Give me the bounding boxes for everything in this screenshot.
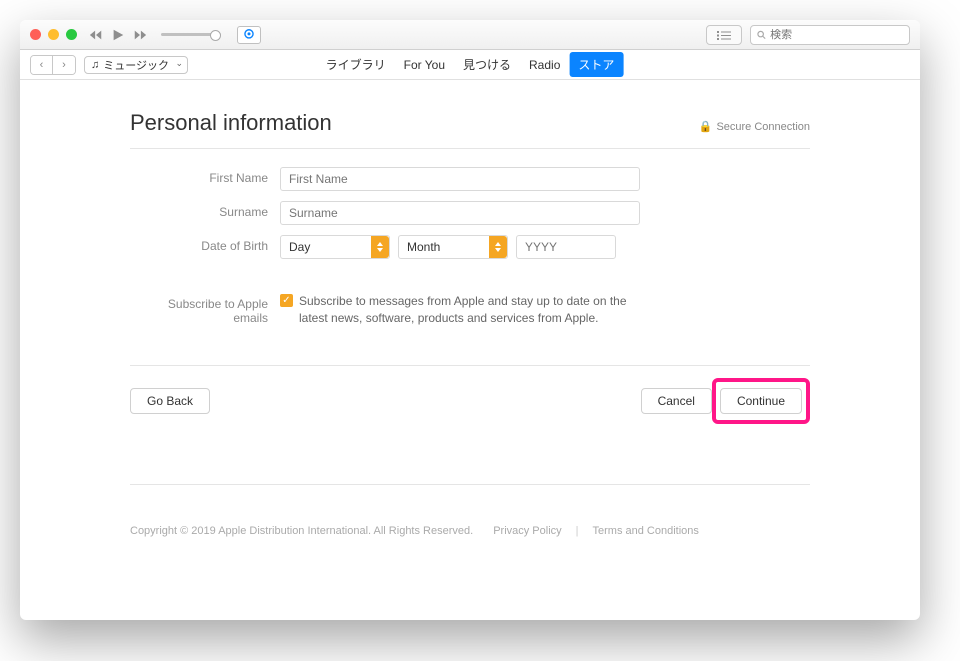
surname-label: Surname bbox=[130, 201, 280, 219]
titlebar bbox=[20, 20, 920, 50]
separator: | bbox=[576, 525, 579, 537]
footer: Copyright © 2019 Apple Distribution Inte… bbox=[130, 484, 810, 557]
go-back-button[interactable]: Go Back bbox=[130, 388, 210, 414]
search-icon bbox=[757, 30, 766, 40]
secure-connection: 🔒 Secure Connection bbox=[699, 120, 810, 133]
tabs: ライブラリ For You 見つける Radio ストア bbox=[317, 52, 624, 77]
back-button[interactable]: ‹ bbox=[31, 56, 53, 74]
minimize-button[interactable] bbox=[48, 29, 59, 40]
day-select[interactable]: Day bbox=[280, 235, 390, 259]
tab-store[interactable]: ストア bbox=[569, 52, 623, 77]
search-input[interactable] bbox=[770, 29, 903, 41]
music-note-icon: ♫ bbox=[91, 59, 99, 71]
list-view-button[interactable] bbox=[706, 25, 742, 45]
tab-for-you[interactable]: For You bbox=[395, 54, 454, 76]
subscribe-label: Subscribe to Apple emails bbox=[130, 293, 280, 325]
chevron-updown-icon bbox=[489, 236, 507, 258]
row-dob: Date of Birth Day Month bbox=[130, 235, 810, 259]
playback-controls bbox=[89, 26, 261, 44]
first-name-input[interactable] bbox=[280, 167, 640, 191]
row-first-name: First Name bbox=[130, 167, 810, 191]
media-selector[interactable]: ♫ ミュージック bbox=[84, 56, 188, 74]
itunes-window: ‹ › ♫ ミュージック ライブラリ For You 見つける Radio スト… bbox=[20, 20, 920, 620]
copyright: Copyright © 2019 Apple Distribution Inte… bbox=[130, 525, 473, 537]
nav-buttons: ‹ › bbox=[30, 55, 76, 75]
surname-input[interactable] bbox=[280, 201, 640, 225]
subscribe-checkbox[interactable]: ✓ bbox=[280, 294, 293, 307]
dob-label: Date of Birth bbox=[130, 235, 280, 253]
search-box[interactable] bbox=[750, 25, 910, 45]
day-value: Day bbox=[289, 240, 310, 254]
month-select[interactable]: Month bbox=[398, 235, 508, 259]
divider bbox=[130, 365, 810, 366]
year-input[interactable] bbox=[516, 235, 616, 259]
page-title: Personal information bbox=[130, 110, 332, 136]
next-track-icon[interactable] bbox=[133, 28, 147, 42]
privacy-link[interactable]: Privacy Policy bbox=[493, 525, 561, 537]
subscribe-text: Subscribe to messages from Apple and sta… bbox=[299, 293, 640, 327]
list-icon bbox=[717, 30, 731, 40]
volume-slider[interactable] bbox=[161, 33, 221, 36]
maximize-button[interactable] bbox=[66, 29, 77, 40]
content: Personal information 🔒 Secure Connection… bbox=[20, 80, 920, 620]
secure-text: Secure Connection bbox=[716, 121, 810, 133]
continue-button[interactable]: Continue bbox=[720, 388, 802, 414]
media-selector-label: ミュージック bbox=[103, 57, 169, 73]
button-row: Go Back Cancel Continue bbox=[130, 378, 810, 424]
window-controls bbox=[30, 29, 77, 40]
forward-button[interactable]: › bbox=[53, 56, 75, 74]
airplay-icon bbox=[242, 28, 256, 42]
tab-browse[interactable]: 見つける bbox=[454, 52, 520, 77]
subscribe-checkbox-row: ✓ Subscribe to messages from Apple and s… bbox=[280, 293, 640, 327]
lock-icon: 🔒 bbox=[699, 120, 713, 133]
tab-radio[interactable]: Radio bbox=[520, 54, 569, 76]
row-subscribe: Subscribe to Apple emails ✓ Subscribe to… bbox=[130, 293, 810, 327]
toolbar: ‹ › ♫ ミュージック ライブラリ For You 見つける Radio スト… bbox=[20, 50, 920, 80]
terms-link[interactable]: Terms and Conditions bbox=[593, 525, 699, 537]
close-button[interactable] bbox=[30, 29, 41, 40]
cancel-button[interactable]: Cancel bbox=[641, 388, 712, 414]
header-row: Personal information 🔒 Secure Connection bbox=[130, 110, 810, 149]
month-value: Month bbox=[407, 240, 440, 254]
airplay-button[interactable] bbox=[237, 26, 261, 44]
chevron-updown-icon bbox=[371, 236, 389, 258]
tab-library[interactable]: ライブラリ bbox=[317, 52, 395, 77]
previous-track-icon[interactable] bbox=[89, 28, 103, 42]
play-icon[interactable] bbox=[111, 28, 125, 42]
titlebar-right bbox=[706, 25, 910, 45]
row-surname: Surname bbox=[130, 201, 810, 225]
continue-highlight: Continue bbox=[712, 378, 810, 424]
first-name-label: First Name bbox=[130, 167, 280, 185]
